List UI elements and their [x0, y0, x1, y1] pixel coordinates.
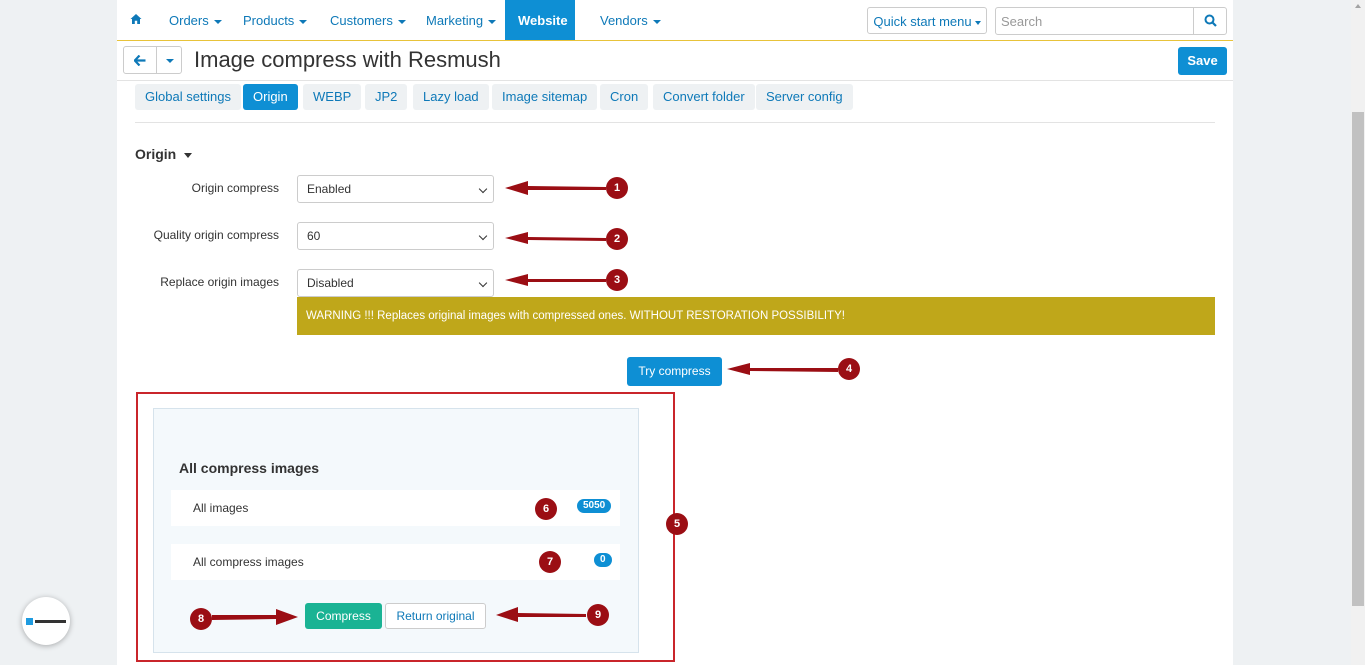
annotation-arrow	[212, 609, 298, 625]
annotation-marker: 6	[535, 498, 557, 520]
annotation-arrow	[505, 232, 606, 244]
annotation-arrow	[505, 181, 606, 195]
scroll-up-icon[interactable]	[1355, 4, 1361, 8]
annotation-arrow	[505, 274, 606, 286]
annotation-marker: 2	[606, 228, 628, 250]
annotation-marker: 8	[190, 608, 212, 630]
annotation-arrow	[727, 363, 838, 375]
annotation-arrows	[212, 181, 838, 625]
scrollbar-thumb[interactable]	[1352, 112, 1364, 606]
annotation-arrow	[496, 607, 586, 622]
annotation-marker: 4	[838, 358, 860, 380]
floating-widget-button[interactable]	[22, 597, 70, 645]
annotation-marker: 3	[606, 269, 628, 291]
annotation-marker: 7	[539, 551, 561, 573]
annotation-marker: 9	[587, 604, 609, 626]
widget-logo-icon	[26, 618, 66, 625]
annotation-marker: 5	[666, 513, 688, 535]
annotation-marker: 1	[606, 177, 628, 199]
